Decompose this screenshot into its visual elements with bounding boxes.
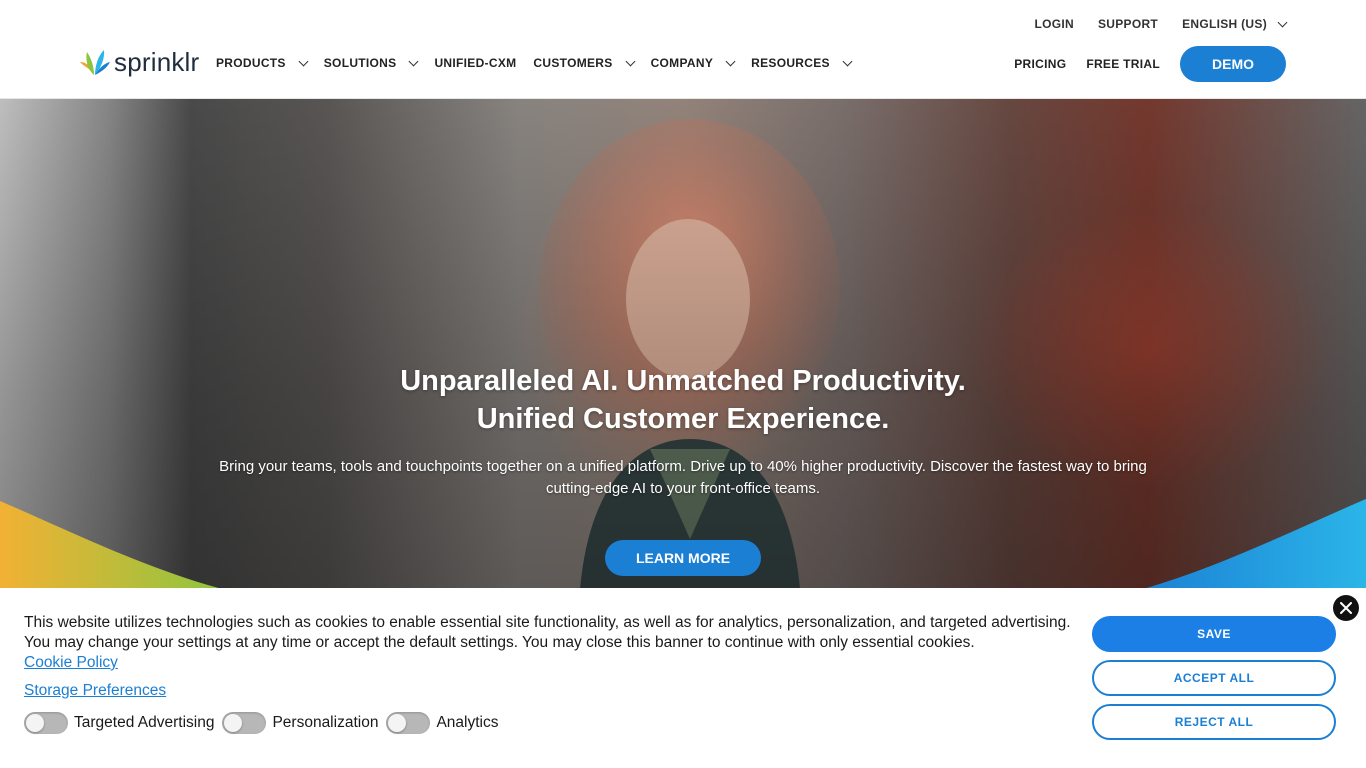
chevron-down-icon [409, 56, 419, 66]
toggle-label: Personalization [272, 714, 379, 731]
chevron-down-icon [298, 56, 309, 66]
language-selector[interactable]: ENGLISH (US) [1182, 17, 1288, 31]
chevron-down-icon [625, 56, 636, 66]
sprinklr-logo-icon [80, 50, 110, 75]
logo-wordmark: sprinklr [114, 47, 200, 77]
sprinklr-logo[interactable]: sprinklr [80, 48, 199, 76]
cookie-policy-link[interactable]: Cookie Policy [24, 653, 118, 673]
nav-resources[interactable]: RESOURCES [751, 55, 853, 71]
language-label: ENGLISH (US) [1182, 17, 1267, 31]
nav-company[interactable]: COMPANY [650, 55, 736, 71]
reject-all-button[interactable]: REJECT ALL [1092, 704, 1336, 740]
main-nav: PRODUCTS SOLUTIONS UNIFIED-CXM CUSTOMERS… [216, 55, 868, 71]
pricing-link[interactable]: PRICING [1014, 57, 1066, 71]
learn-more-button[interactable]: LEARN MORE [605, 540, 761, 576]
site-header: LOGIN SUPPORT ENGLISH (US) sprinklr PROD… [0, 0, 1366, 99]
chevron-down-icon [1277, 17, 1288, 27]
cookie-banner: This website utilizes technologies such … [0, 588, 1366, 768]
toggle-targeted-advertising[interactable]: Targeted Advertising [24, 712, 214, 734]
storage-preferences-link[interactable]: Storage Preferences [24, 682, 166, 700]
cookie-actions: SAVE ACCEPT ALL REJECT ALL [1092, 616, 1336, 748]
nav-unified-cxm-label: UNIFIED-CXM [434, 56, 517, 70]
nav-company-label: COMPANY [650, 56, 714, 70]
toggle-label: Targeted Advertising [74, 714, 215, 731]
cookie-notice-text: This website utilizes technologies such … [24, 614, 1071, 651]
toggle-label: Analytics [436, 714, 499, 731]
accept-all-button[interactable]: ACCEPT ALL [1092, 660, 1336, 696]
free-trial-link[interactable]: FREE TRIAL [1086, 57, 1160, 71]
nav-products[interactable]: PRODUCTS [216, 55, 309, 71]
toggle-analytics[interactable]: Analytics [386, 712, 498, 734]
chevron-down-icon [725, 56, 736, 66]
toggle-switch[interactable] [222, 712, 267, 734]
decorative-swoosh-right [1146, 499, 1366, 588]
toggle-switch[interactable] [24, 712, 68, 734]
close-icon [1340, 602, 1352, 614]
nav-products-label: PRODUCTS [216, 56, 286, 70]
header-actions: PRICING FREE TRIAL DEMO [1014, 46, 1286, 82]
nav-customers[interactable]: CUSTOMERS [533, 55, 636, 71]
hero-title-line-1: Unparalleled AI. Unmatched Productivity. [400, 365, 966, 397]
decorative-swoosh-left [0, 501, 219, 588]
hero-title: Unparalleled AI. Unmatched Productivity.… [0, 362, 1366, 438]
chevron-down-icon [842, 56, 853, 66]
toggle-personalization[interactable]: Personalization [222, 712, 378, 734]
hero-subtitle: Bring your teams, tools and touchpoints … [219, 458, 1147, 497]
cookie-toggles: Targeted Advertising Personalization Ana… [24, 712, 506, 734]
nav-solutions-label: SOLUTIONS [323, 56, 397, 70]
save-button[interactable]: SAVE [1092, 616, 1336, 652]
cookie-banner-text: This website utilizes technologies such … [24, 613, 1084, 673]
support-link[interactable]: SUPPORT [1098, 17, 1158, 31]
hero-section: Unparalleled AI. Unmatched Productivity.… [0, 99, 1366, 588]
toggle-switch[interactable] [386, 712, 431, 734]
nav-solutions[interactable]: SOLUTIONS [323, 55, 419, 71]
hero-title-line-2: Unified Customer Experience. [476, 403, 890, 435]
utility-nav: LOGIN SUPPORT ENGLISH (US) [1034, 17, 1288, 31]
close-banner-button[interactable] [1333, 595, 1359, 621]
nav-customers-label: CUSTOMERS [533, 56, 613, 70]
nav-resources-label: RESOURCES [751, 56, 830, 70]
nav-unified-cxm[interactable]: UNIFIED-CXM [434, 55, 516, 71]
demo-button[interactable]: DEMO [1180, 46, 1286, 82]
login-link[interactable]: LOGIN [1034, 17, 1074, 31]
